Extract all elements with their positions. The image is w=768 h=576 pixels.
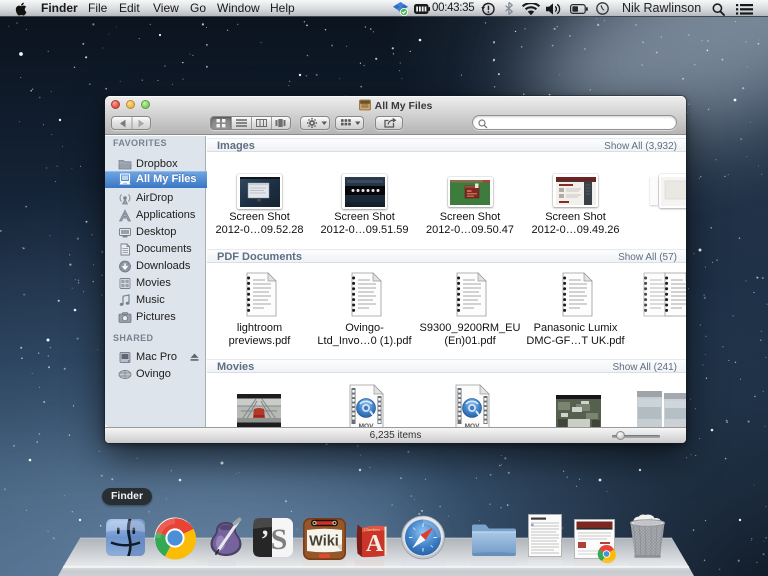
svg-text:Wiki: Wiki: [309, 534, 339, 550]
svg-text:’: ’: [261, 525, 270, 554]
svg-text:S: S: [271, 523, 288, 556]
svg-text:A: A: [366, 531, 384, 557]
